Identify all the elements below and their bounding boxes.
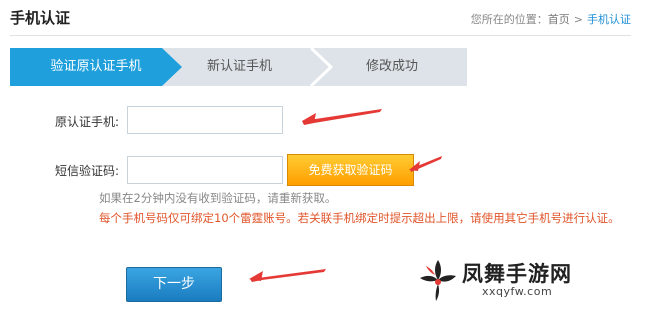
step-label: 验证原认证手机 [50, 59, 142, 74]
step-verify-old-phone: 验证原认证手机 [10, 48, 182, 86]
sms-code-label: 短信验证码: [55, 164, 120, 178]
old-phone-input[interactable] [127, 106, 283, 134]
old-phone-label: 原认证手机: [55, 115, 120, 129]
annotation-arrow-icon [302, 109, 382, 125]
phoenix-logo-icon [420, 260, 456, 301]
step-success: 修改成功 [317, 48, 467, 86]
step-label: 修改成功 [365, 59, 418, 74]
breadcrumb-separator: > [573, 13, 583, 26]
header-divider [10, 35, 631, 36]
annotation-arrow-icon [409, 156, 442, 172]
progress-steps: 新认证手机 修改成功 验证原认证手机 [10, 48, 467, 86]
breadcrumb-prefix: 您所在的位置： [470, 13, 548, 26]
breadcrumb-home-link[interactable]: 首页 [548, 13, 570, 26]
watermark-url: xxqyfw.com [482, 285, 553, 298]
page-title: 手机认证 [10, 9, 71, 27]
step-label: 新认证手机 [206, 59, 272, 74]
annotation-arrow-icon [249, 269, 326, 282]
breadcrumb-current: 手机认证 [587, 13, 631, 26]
binding-limit-warning: 每个手机号码仅可绑定10个雷霆账号。若关联手机绑定时提示超出上限，请使用其它手机… [99, 211, 620, 225]
get-code-button[interactable]: 免费获取验证码 [287, 154, 414, 186]
resend-hint: 如果在2分钟内没有收到验证码，请重新获取。 [99, 191, 337, 205]
site-watermark: 凤舞手游网 xxqyfw.com [418, 256, 624, 306]
breadcrumb: 您所在的位置：首页 > 手机认证 [471, 11, 631, 27]
watermark-site-name: 凤舞手游网 [462, 262, 572, 286]
sms-code-input[interactable] [127, 156, 283, 184]
next-step-button[interactable]: 下一步 [126, 267, 222, 302]
step-new-phone: 新认证手机 [162, 48, 317, 86]
